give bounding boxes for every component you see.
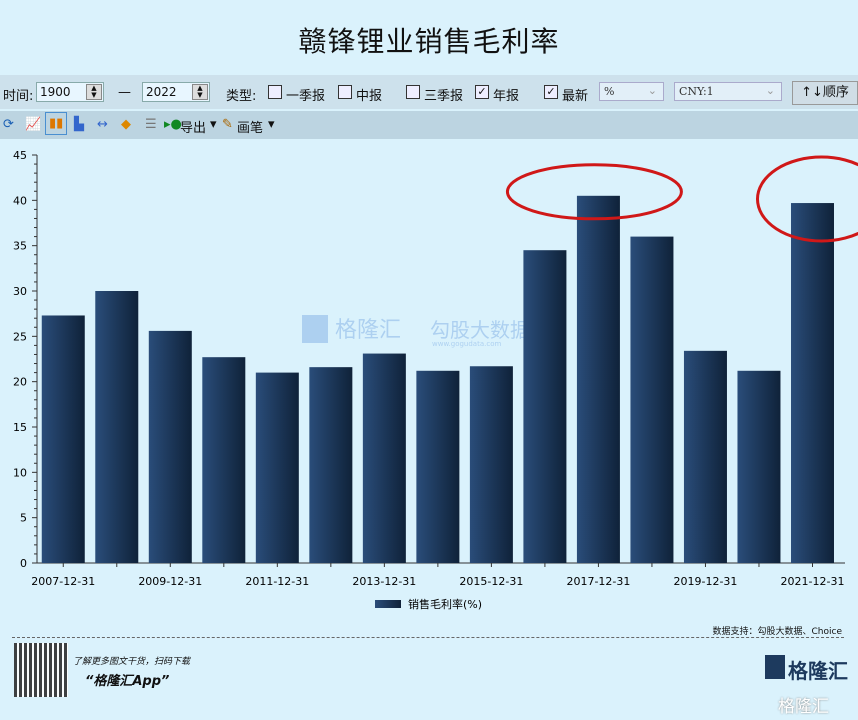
type-label: 类型: — [226, 89, 257, 104]
bar-2014-12-31 — [416, 370, 460, 563]
filter-toolbar: 时间: 1900 ▲ ▼ — 2022 ▲ ▼ 类型: 一季报 中报 三季报 ✓ 年报 ✓… — [0, 75, 858, 109]
table-icon[interactable]: ☰ — [145, 117, 157, 132]
bar-2017-12-31 — [576, 195, 620, 564]
from-year-spinner[interactable]: ▲ ▼ — [86, 84, 102, 100]
bar-2007-12-31 — [41, 315, 85, 563]
checkbox-latest[interactable]: ✓ — [544, 85, 558, 99]
bar-2021-12-31 — [790, 203, 834, 563]
checkbox-annual-label: 年报 — [493, 89, 520, 104]
qr-code — [14, 643, 68, 697]
to-year-value: 2022 — [146, 85, 177, 99]
y-tick-label: 10 — [13, 466, 27, 479]
refresh-icon[interactable]: ⟳ — [3, 117, 14, 132]
checkbox-latest-label: 最新 — [562, 89, 589, 104]
area-chart-icon[interactable]: ▙ — [74, 117, 84, 132]
bar-2013-12-31 — [362, 353, 406, 563]
y-tick-label: 5 — [20, 512, 27, 525]
y-tick-label: 15 — [13, 421, 27, 434]
checkbox-q1[interactable] — [268, 85, 282, 99]
checkbox-half[interactable] — [338, 85, 352, 99]
currency-select-value: CNY:1 — [679, 85, 714, 98]
x-tick-label: 2017-12-31 — [566, 575, 630, 588]
x-tick-label: 2015-12-31 — [459, 575, 523, 588]
chevron-down-icon: ⌄ — [765, 84, 775, 97]
from-year-input[interactable]: 1900 ▲ ▼ — [36, 82, 104, 102]
data-source: 数据支持：勾股大数据、Choice — [712, 627, 842, 637]
divider — [12, 637, 844, 638]
corner-watermark: 格隆汇 — [778, 697, 829, 717]
line-chart-icon[interactable]: 📈 — [25, 117, 41, 132]
bar-2019-12-31 — [683, 350, 727, 563]
checkbox-half-label: 中报 — [356, 89, 383, 104]
logo: 格隆汇 — [788, 659, 848, 683]
logo-icon — [765, 655, 785, 679]
bar-2010-12-31 — [202, 357, 246, 563]
y-tick-label: 0 — [20, 557, 27, 570]
bar-2018-12-31 — [630, 236, 674, 563]
pen-button[interactable]: 画笔 — [237, 117, 263, 136]
from-year-value: 1900 — [40, 85, 71, 99]
y-tick-label: 35 — [13, 240, 27, 253]
page-title: 赣锋锂业销售毛利率 — [298, 25, 560, 58]
chart-toolbar: ⟳ 📈 ▮▮ ▙ ↔ ◆ ☰ ▸● 导出 ▾ ✎ 画笔 ▾ — [0, 111, 858, 139]
bar-chart: 格隆汇 勾股大数据 www.gogudata.com 0 5 10 15 20 25 30 3… — [13, 149, 858, 611]
sort-button[interactable]: ↑↓顺序 — [792, 81, 858, 105]
bar-2011-12-31 — [255, 372, 299, 563]
checkbox-q3[interactable] — [406, 85, 420, 99]
bar-2016-12-31 — [523, 250, 567, 563]
bar-2009-12-31 — [148, 330, 192, 563]
unit-select-value: % — [604, 85, 615, 98]
bar-chart-icon[interactable]: ▮▮ — [45, 112, 68, 135]
unit-select[interactable]: % ⌄ — [599, 82, 664, 101]
checkbox-annual[interactable]: ✓ — [475, 85, 489, 99]
bar-2020-12-31 — [737, 370, 781, 563]
watermark: 格隆汇 勾股大数据 www.gogudata.com — [302, 315, 530, 348]
x-tick-label: 2011-12-31 — [245, 575, 309, 588]
pen-dropdown-icon[interactable]: ▾ — [268, 117, 275, 132]
x-tick-label: 2021-12-31 — [781, 575, 845, 588]
pencil-icon: ✎ — [222, 117, 233, 132]
range-dash: — — [118, 85, 131, 100]
y-tick-label: 25 — [13, 330, 27, 343]
svg-text:www.gogudata.com: www.gogudata.com — [432, 340, 501, 348]
currency-select[interactable]: CNY:1 ⌄ — [674, 82, 782, 101]
checkbox-q3-label: 三季报 — [424, 89, 464, 104]
bar-2008-12-31 — [95, 291, 139, 563]
to-year-spinner[interactable]: ▲ ▼ — [192, 84, 208, 100]
legend-swatch — [375, 600, 401, 608]
export-button[interactable]: 导出 — [180, 117, 206, 136]
svg-text:勾股大数据: 勾股大数据 — [430, 318, 530, 342]
x-tick-label: 2009-12-31 — [138, 575, 202, 588]
x-tick-label: 2013-12-31 — [352, 575, 416, 588]
to-year-input[interactable]: 2022 ▲ ▼ — [142, 82, 210, 102]
app-name: “格隆汇App” — [85, 674, 170, 689]
x-tick-label: 2007-12-31 — [31, 575, 95, 588]
checkbox-q1-label: 一季报 — [286, 89, 326, 104]
bar-2015-12-31 — [469, 366, 513, 563]
bar-2012-12-31 — [309, 367, 353, 563]
svg-text:格隆汇: 格隆汇 — [335, 318, 401, 343]
time-label: 时间: — [3, 89, 34, 104]
x-tick-label: 2019-12-31 — [673, 575, 737, 588]
compare-icon[interactable]: ↔ — [97, 117, 108, 132]
y-tick-label: 30 — [13, 285, 27, 298]
tag-icon[interactable]: ◆ — [121, 117, 131, 132]
y-tick-label: 45 — [13, 149, 27, 162]
y-tick-label: 20 — [13, 376, 27, 389]
promo-text: 了解更多图文干货，扫码下载 — [73, 657, 191, 667]
export-dropdown-icon[interactable]: ▾ — [210, 117, 217, 132]
chevron-down-icon: ⌄ — [647, 84, 657, 97]
y-tick-label: 40 — [13, 194, 27, 207]
legend-label: 销售毛利率(%) — [408, 597, 482, 611]
